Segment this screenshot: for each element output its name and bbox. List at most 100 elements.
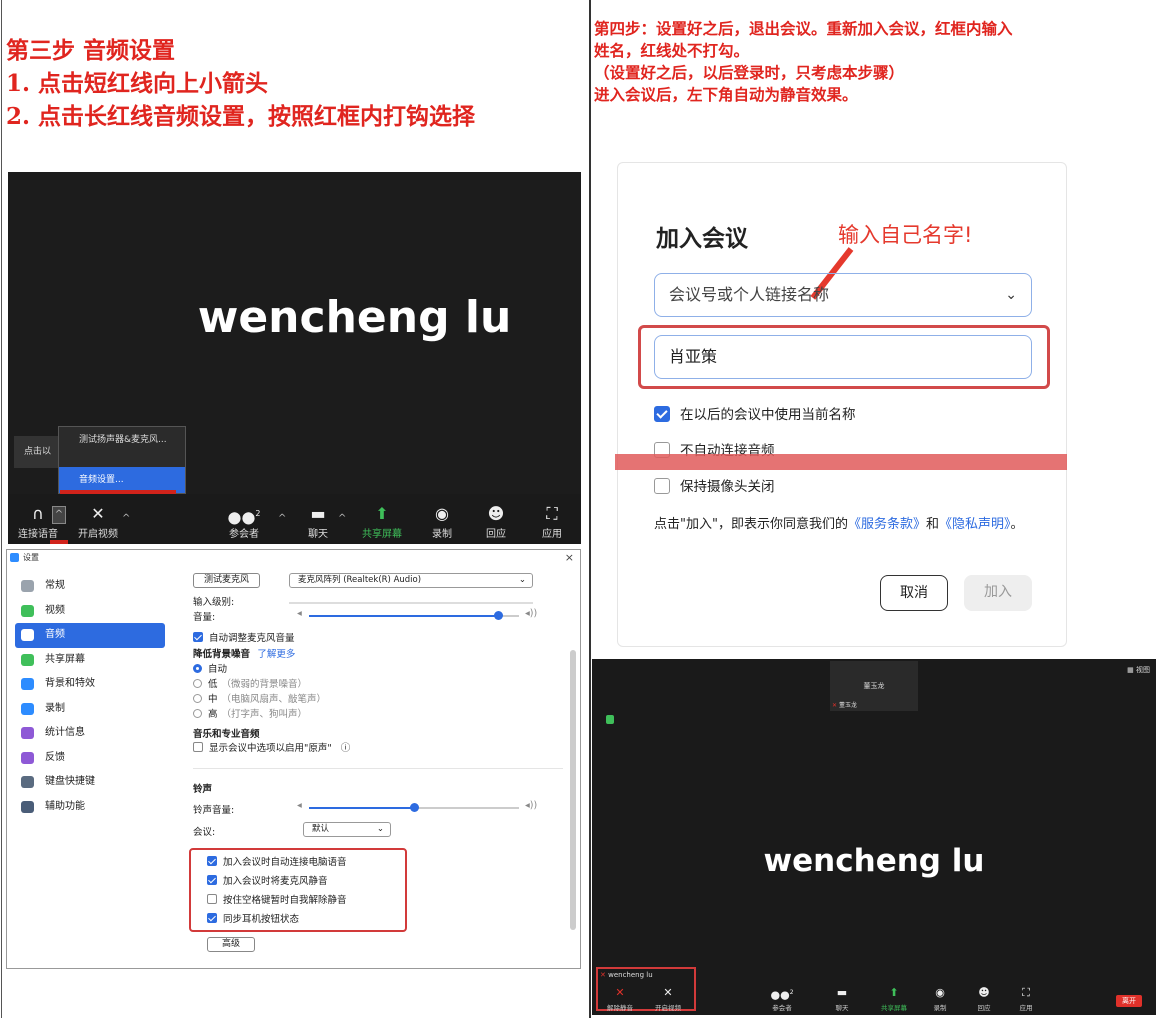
share-label: 共享屏幕: [881, 1004, 907, 1012]
audio-option-checkbox[interactable]: [207, 913, 217, 923]
help-icon[interactable]: ⓘ: [341, 743, 351, 754]
leave-button[interactable]: 离开: [1116, 995, 1142, 1007]
unmute-button[interactable]: ✕ 解除静音: [598, 984, 642, 1012]
mic-volume-slider[interactable]: [309, 611, 519, 620]
terms-of-service-link[interactable]: 《服务条款》: [848, 517, 926, 532]
sidebar-item[interactable]: 录制: [15, 697, 165, 722]
join-option[interactable]: 保持摄像头关闭: [654, 475, 775, 495]
participants-button[interactable]: ●●2 参会者: [214, 503, 274, 540]
name-value: 肖亚策: [669, 347, 718, 366]
audio-option-checkbox[interactable]: [207, 875, 217, 885]
start-video-button[interactable]: ✕ 开启视频: [646, 984, 690, 1012]
audio-option-checkbox[interactable]: [207, 894, 217, 904]
radio-button[interactable]: [193, 709, 202, 718]
close-icon[interactable]: ×: [565, 550, 574, 566]
ring-volume-label: 铃声音量:: [193, 805, 235, 816]
share-screen-button[interactable]: ⬆ 共享屏幕: [872, 984, 916, 1012]
nav-icon: [21, 800, 34, 813]
chat-button[interactable]: ▬ 聊天: [820, 984, 864, 1012]
share-label: 共享屏幕: [362, 529, 402, 540]
share-screen-button[interactable]: ⬆ 共享屏幕: [352, 503, 412, 540]
noise-option[interactable]: 中（电脑风扇声、敲笔声）: [193, 691, 326, 705]
noise-option[interactable]: 高（打字声、狗叫声）: [193, 706, 307, 720]
apps-icon: ⛶: [1022, 986, 1030, 999]
sidebar-item[interactable]: 常规: [15, 574, 165, 599]
record-button[interactable]: ◉ 录制: [412, 503, 472, 540]
chat-caret[interactable]: ^: [338, 513, 346, 524]
settings-titlebar: 设置 ×: [7, 550, 580, 566]
meeting-id-input[interactable]: 会议号或个人链接名称 ⌄: [654, 273, 1032, 317]
apps-button[interactable]: ⛶ 应用: [522, 503, 582, 540]
menu-item-test-speaker-mic[interactable]: 测试扬声器&麦克风...: [59, 427, 185, 453]
chevron-down-icon: ⌄: [376, 824, 384, 834]
name-input[interactable]: 肖亚策: [654, 335, 1032, 379]
audio-option[interactable]: 同步耳机按钮状态: [207, 911, 299, 925]
mic-select[interactable]: 麦克风阵列 (Realtek(R) Audio) ⌄: [289, 573, 533, 588]
original-sound-checkbox[interactable]: [193, 742, 203, 752]
join-option[interactable]: 在以后的会议中使用当前名称: [654, 403, 856, 423]
sidebar-item[interactable]: 统计信息: [15, 721, 165, 746]
sidebar-item[interactable]: 共享屏幕: [15, 648, 165, 673]
mic-select-value: 麦克风阵列 (Realtek(R) Audio): [298, 575, 422, 585]
volume-label: 音量:: [193, 612, 216, 623]
privacy-link[interactable]: 《隐私声明》: [939, 517, 1011, 532]
nav-icon: [21, 776, 34, 788]
start-video-button[interactable]: ✕ 开启视频: [68, 503, 128, 540]
sidebar-item[interactable]: 视频: [15, 599, 165, 624]
audio-option[interactable]: 加入会议时将麦克风静音: [207, 873, 328, 887]
meeting-ringtone-value: 默认: [312, 824, 330, 834]
join-option-checkbox[interactable]: [654, 478, 670, 494]
join-meeting-dialog: 加入会议 输入自己名字! 会议号或个人链接名称 ⌄ 肖亚策 在以后的会议中使用当…: [615, 162, 1067, 647]
sidebar-item[interactable]: 键盘快捷键: [15, 770, 165, 795]
join-option-checkbox[interactable]: [654, 406, 670, 422]
ring-volume-slider[interactable]: [309, 803, 519, 812]
meeting-ringtone-select[interactable]: 默认 ⌄: [303, 822, 391, 837]
reactions-button[interactable]: ☻ 回应: [466, 503, 526, 540]
shield-icon[interactable]: [606, 715, 614, 724]
auto-adjust-row[interactable]: 自动调整麦克风音量: [193, 630, 295, 644]
join-button[interactable]: 加入: [964, 575, 1032, 611]
record-button[interactable]: ◉ 录制: [918, 984, 962, 1012]
original-sound-row[interactable]: 显示会议中选项以启用"原声" ⓘ: [193, 740, 350, 754]
participants-button[interactable]: ●●2 参会者: [760, 984, 804, 1012]
sidebar-item[interactable]: 反馈: [15, 746, 165, 771]
mic-off-icon: ✕: [615, 986, 625, 999]
terms-and: 和: [925, 517, 939, 532]
noise-option[interactable]: 自动: [193, 661, 231, 675]
participants-caret[interactable]: ^: [278, 513, 286, 524]
audio-option-label: 加入会议时将麦克风静音: [223, 876, 328, 887]
scrollbar[interactable]: [570, 650, 576, 930]
radio-button[interactable]: [193, 694, 202, 703]
mic-volume-knob[interactable]: [494, 611, 503, 620]
audio-option[interactable]: 按住空格键暂时自我解除静音: [207, 892, 347, 906]
advanced-button[interactable]: 高级: [207, 937, 256, 952]
column-divider: [589, 0, 591, 1018]
ring-volume-knob[interactable]: [410, 803, 419, 812]
sidebar-item[interactable]: 辅助功能: [15, 795, 165, 820]
name-annotation: 输入自己名字!: [838, 223, 973, 247]
participant-thumbnail[interactable]: 董玉龙 ✕ 董玉龙: [830, 661, 918, 711]
audio-option-checkbox[interactable]: [207, 856, 217, 866]
participants-icon: ●●2: [227, 507, 261, 527]
radio-button[interactable]: [193, 664, 202, 673]
auto-adjust-checkbox[interactable]: [193, 632, 203, 642]
apps-button[interactable]: ⛶ 应用: [1004, 984, 1048, 1012]
sidebar-item[interactable]: 音频: [15, 623, 165, 648]
thumbnail-name: 董玉龙: [863, 682, 885, 690]
reactions-button[interactable]: ☻ 回应: [962, 984, 1006, 1012]
nav-icon: [21, 678, 34, 690]
noise-option[interactable]: 低（微弱的背景噪音）: [193, 676, 307, 690]
audio-options-caret[interactable]: ^: [52, 506, 66, 524]
radio-button[interactable]: [193, 679, 202, 688]
step3-line2: 2. 点击长红线音频设置，按照红框内打钩选择: [6, 103, 476, 130]
mic-volume-fill: [309, 615, 498, 617]
learn-more-link[interactable]: 了解更多: [257, 649, 295, 660]
meeting-toolbar: ∩ 连接语音 ^ ✕ 开启视频 ^ ●●2 参会者 ^ ▬ 聊天 ^ ⬆ 共享屏…: [8, 494, 581, 544]
audio-option[interactable]: 加入会议时自动连接电脑语音: [207, 854, 347, 868]
chevron-down-icon[interactable]: ⌄: [1005, 274, 1017, 316]
video-options-caret[interactable]: ^: [122, 513, 130, 524]
test-mic-button[interactable]: 测试麦克风: [193, 573, 261, 588]
cancel-button[interactable]: 取消: [880, 575, 948, 611]
view-button[interactable]: ▦ 视图: [1127, 665, 1150, 675]
sidebar-item[interactable]: 背景和特效: [15, 672, 165, 697]
